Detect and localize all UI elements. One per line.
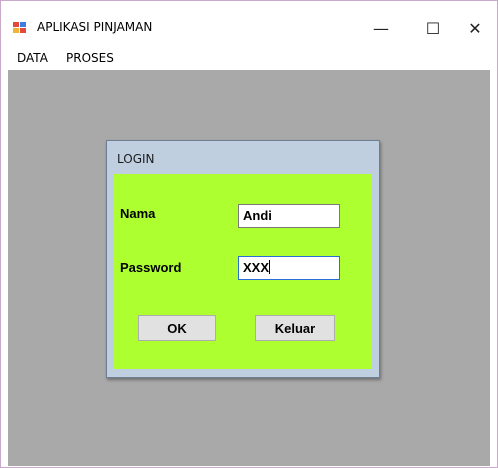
minimize-button[interactable]: — <box>359 13 403 43</box>
app-icon <box>13 22 27 34</box>
nama-field[interactable]: Andi <box>238 204 340 228</box>
maximize-icon: ☐ <box>425 18 441 38</box>
password-label: Password <box>120 260 182 275</box>
window-title: APLIKASI PINJAMAN <box>37 20 153 34</box>
password-field[interactable]: XXX <box>238 256 340 280</box>
login-dialog-title[interactable]: LOGIN <box>117 152 155 166</box>
nama-value: Andi <box>243 208 272 223</box>
nama-label: Nama <box>120 206 156 221</box>
password-value: XXX <box>243 260 270 275</box>
keluar-button[interactable]: Keluar <box>255 315 335 341</box>
minimize-icon: — <box>373 18 389 38</box>
close-button[interactable]: ✕ <box>453 13 497 43</box>
menu-item-proses[interactable]: PROSES <box>66 51 114 65</box>
ok-button[interactable]: OK <box>138 315 216 341</box>
menu-bar: DATA PROSES <box>1 47 497 69</box>
ok-button-label: OK <box>167 320 187 336</box>
menu-item-data[interactable]: DATA <box>17 51 48 65</box>
login-dialog: LOGIN Nama Andi Password XXX OK Keluar <box>106 140 380 378</box>
keluar-button-label: Keluar <box>274 320 316 336</box>
login-form: Nama Andi Password XXX OK Keluar <box>114 174 372 369</box>
close-icon: ✕ <box>468 18 482 38</box>
title-bar[interactable]: APLIKASI PINJAMAN — ☐ ✕ <box>1 1 497 45</box>
text-caret <box>269 260 271 274</box>
maximize-button[interactable]: ☐ <box>411 13 455 43</box>
